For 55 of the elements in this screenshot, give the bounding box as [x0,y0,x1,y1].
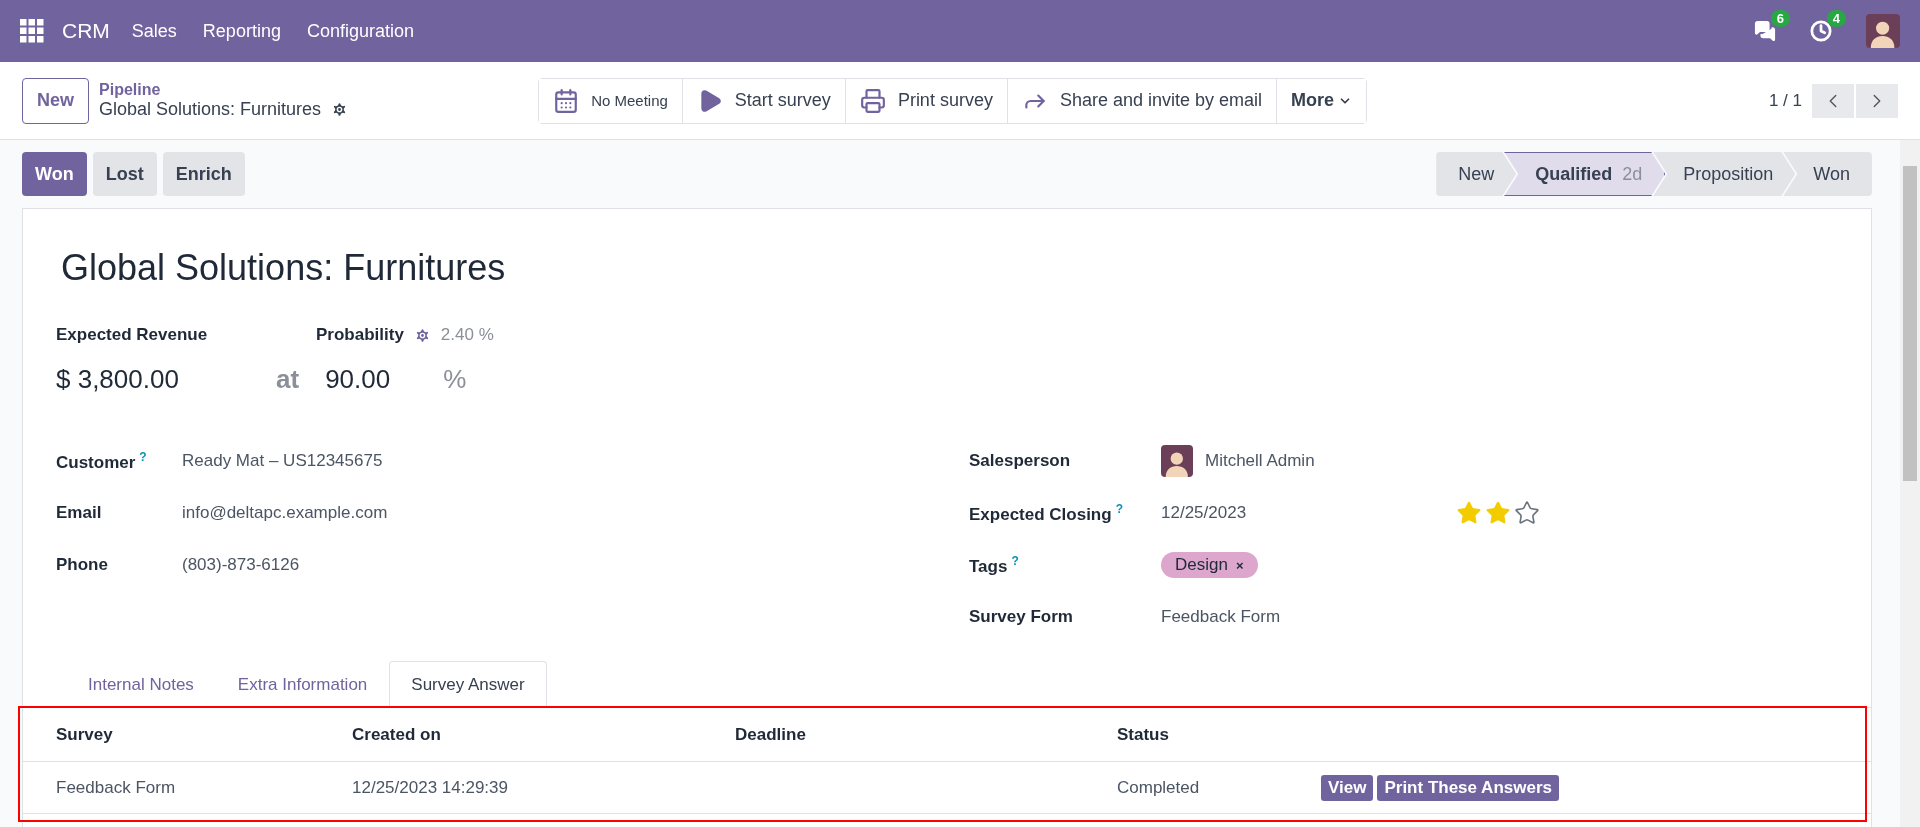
field-value[interactable]: Mitchell Admin [1205,451,1315,471]
record-name: Global Solutions: Furnitures [99,99,322,120]
field-value[interactable]: Feedback Form [1161,607,1281,627]
nav-menu-item[interactable]: Configuration [306,20,414,42]
notebook-tab[interactable]: Extra Information [215,661,390,707]
table-cell-text: Feedback Form [56,777,177,798]
app-name[interactable]: CRM [62,19,110,43]
nav-menu-item[interactable]: Reporting [202,20,281,42]
new-button[interactable]: New [22,77,89,124]
row-action-button[interactable]: View [1321,774,1374,801]
column-header[interactable]: Survey [56,724,352,745]
record-title: Global Solutions: Furnitures [61,247,507,289]
probability-value[interactable]: 90.00 [325,363,434,395]
table-cell-text: 12/25/2023 14:29:39 [352,777,509,798]
field-label: Phone [56,555,108,575]
stage-step[interactable]: Won [1783,152,1872,196]
notebook-tab[interactable]: Internal Notes [66,661,216,707]
revenue-value[interactable]: $ 3,800.00 [56,363,179,395]
tag-label: Design [1175,555,1228,575]
at-label: at [276,363,300,395]
status-button[interactable]: Lost [92,152,157,196]
breadcrumb-link[interactable]: Pipeline [99,81,349,99]
stage-step[interactable]: Proposition [1653,152,1796,196]
field-label: Customer $^{?}$ [56,449,147,473]
row-action-button[interactable]: Print These Answers [1377,774,1559,801]
status-button[interactable]: Won [22,152,87,196]
stage-step[interactable]: Qualified 2d [1504,152,1666,196]
activity-count: 4 [1826,10,1846,27]
stage-duration: 2d [1622,163,1643,185]
field-label: Email [56,503,102,523]
field-label: Salesperson [969,451,1071,471]
field-label: Tags $^{?}$ [969,553,1019,577]
table-cell-text: Completed [1117,777,1201,798]
field-value[interactable]: 12/25/2023 [1161,503,1247,523]
column-header[interactable]: Created on [352,724,735,745]
tag-chip[interactable]: Design × [1161,552,1258,578]
column-header[interactable]: Status [1117,724,1321,745]
field-value[interactable]: Ready Mat – US12345675 [182,451,383,471]
notebook-tab[interactable]: Survey Answer [389,661,547,707]
nav-menu-item[interactable]: Sales [131,20,177,42]
field-label: Expected Revenue [56,325,209,345]
action-button[interactable]: No Meeting [539,78,683,123]
percent-sign: % [443,363,467,395]
field-label: Probability [316,325,404,345]
field-label: Survey Form [969,607,1073,627]
field-value[interactable]: info@deltapc.example.com [182,503,388,523]
field-label: Expected Closing $^{?}$ [969,501,1123,525]
column-header[interactable]: Deadline [735,724,1117,745]
message-count: 6 [1770,10,1790,27]
automated-probability: 2.40 % [440,325,494,345]
stage-step[interactable]: New [1436,152,1517,196]
field-value[interactable]: (803)-873-6126 [182,555,300,575]
pager-count: 1 / 1 [1768,90,1802,111]
tag-remove[interactable]: × [1235,557,1244,573]
status-button[interactable]: Enrich [162,152,245,196]
